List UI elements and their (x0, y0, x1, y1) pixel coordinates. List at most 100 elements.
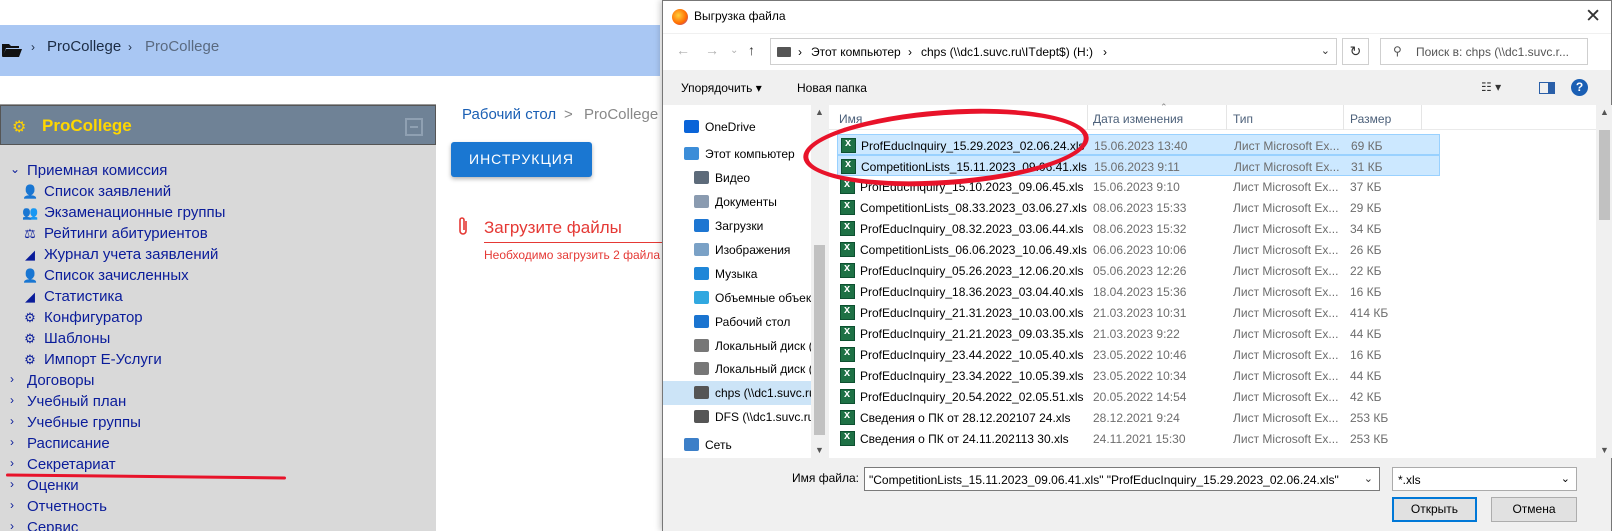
file-row[interactable]: ProfEducInquiry_23.34.2022_10.05.39.xls 2… (837, 365, 1440, 386)
chevron-right-icon[interactable]: › (10, 519, 14, 531)
scroll-down-icon[interactable]: ▼ (1600, 445, 1609, 455)
chevron-right-icon[interactable]: › (10, 477, 14, 491)
nav-item[interactable]: Рабочий стол (663, 310, 811, 334)
tree-subitem[interactable]: ⚙ Конфигуратор (0, 308, 436, 329)
nav-item[interactable]: Изображения (663, 238, 811, 262)
file-row[interactable]: CompetitionLists_06.06.2023_10.06.49.xls… (837, 239, 1440, 260)
scroll-up-icon[interactable]: ▲ (1600, 107, 1609, 117)
nav-scrollbar[interactable]: ▲ ▼ (811, 105, 828, 458)
up-icon[interactable]: ↑ (748, 42, 755, 58)
filename-input[interactable]: "CompetitionLists_15.11.2023_09.06.41.xl… (864, 467, 1380, 491)
tree-node[interactable]: › Отчетность (0, 497, 436, 518)
file-row[interactable]: Сведения о ПК от 24.11.202113 30.xls 24.1… (837, 428, 1440, 449)
file-row[interactable]: CompetitionLists_08.33.2023_03.06.27.xls… (837, 197, 1440, 218)
tree-subitem[interactable]: ⚙ Импорт Е-Услуги (0, 350, 436, 371)
column-divider[interactable] (1421, 105, 1422, 130)
tree-node[interactable]: › Учебный план (0, 392, 436, 413)
address-bar[interactable]: › Этот компьютер › chps (\\dc1.suvc.ru\I… (770, 38, 1337, 65)
minimize-icon[interactable] (405, 118, 423, 136)
chevron-down-icon[interactable]: ⌄ (1561, 472, 1570, 485)
tree-subitem[interactable]: ⚙ Шаблоны (0, 329, 436, 350)
tree-node[interactable]: › Расписание (0, 434, 436, 455)
nav-item[interactable]: DFS (\\dc1.suvc.ru) (663, 405, 811, 429)
nav-item[interactable]: OneDrive (663, 115, 811, 139)
nav-item[interactable]: Загрузки (663, 214, 811, 238)
chevron-down-icon[interactable]: ⌄ (1321, 44, 1330, 57)
back-icon[interactable]: ← (676, 42, 690, 58)
view-options-icon[interactable]: ☷ ▾ (1481, 80, 1501, 94)
chevron-right-icon[interactable]: › (10, 435, 14, 449)
file-row[interactable]: ProfEducInquiry_15.10.2023_09.06.45.xls 1… (837, 176, 1440, 197)
forward-icon[interactable]: → (705, 42, 719, 58)
tree-node[interactable]: › Сервис (0, 518, 436, 531)
file-row[interactable]: ProfEducInquiry_08.32.2023_03.06.44.xls 0… (837, 218, 1440, 239)
organize-button[interactable]: Упорядочить ▾ (681, 81, 762, 95)
tree-subitem[interactable]: ◢ Статистика (0, 287, 436, 308)
file-row[interactable]: ProfEducInquiry_15.29.2023_02.06.24.xls 1… (837, 134, 1440, 155)
tree-subitem[interactable]: 👤 Список зачисленных (0, 266, 436, 287)
scroll-thumb[interactable] (814, 245, 825, 435)
breadcrumb-desktop[interactable]: Рабочий стол (462, 106, 556, 123)
open-button[interactable]: Открыть (1392, 497, 1477, 522)
file-row[interactable]: ProfEducInquiry_05.26.2023_12.06.20.xls 0… (837, 260, 1440, 281)
address-segment-computer[interactable]: Этот компьютер (811, 45, 901, 59)
folder-open-icon[interactable] (2, 42, 22, 57)
chevron-right-icon[interactable]: › (10, 414, 14, 428)
address-segment-drive[interactable]: chps (\\dc1.suvc.ru\ITdept$) (H:) (921, 45, 1093, 59)
tree-node[interactable]: › Секретариат (0, 455, 436, 476)
recent-dropdown-icon[interactable]: ⌄ (730, 45, 738, 56)
preview-pane-icon[interactable] (1539, 82, 1555, 94)
nav-item[interactable]: Документы (663, 190, 811, 214)
column-divider[interactable] (1226, 105, 1227, 130)
chevron-right-icon[interactable]: › (10, 498, 14, 512)
file-row[interactable]: CompetitionLists_15.11.2023_09.06.41.xls… (837, 155, 1440, 176)
scroll-down-icon[interactable]: ▼ (815, 445, 824, 455)
nav-item[interactable]: Видео (663, 166, 811, 190)
column-size[interactable]: Размер (1350, 112, 1391, 126)
nav-item[interactable]: Сеть (663, 433, 811, 457)
nav-item[interactable]: Объемные объекты (663, 286, 811, 310)
breadcrumb-item[interactable]: ProCollege (47, 38, 121, 55)
nav-item[interactable]: Этот компьютер (663, 142, 811, 166)
chevron-down-icon[interactable]: ⌄ (10, 162, 20, 176)
new-folder-button[interactable]: Новая папка (797, 81, 867, 95)
tree-subitem[interactable]: 👥 Экзаменационные группы (0, 203, 436, 224)
tree-subitem[interactable]: 👤 Список заявлений (0, 182, 436, 203)
search-input[interactable]: ⚲ Поиск в: chps (\\dc1.suvc.r... (1380, 38, 1588, 65)
chevron-down-icon[interactable]: ⌄ (1364, 472, 1373, 485)
chevron-right-icon[interactable]: › (10, 372, 14, 386)
tree-node[interactable]: › Оценки (0, 476, 436, 497)
tree-node[interactable]: › Договоры (0, 371, 436, 392)
tree-node[interactable]: › Учебные группы (0, 413, 436, 434)
tree-node[interactable]: ⌄ Приемная комиссия (0, 161, 436, 182)
nav-item[interactable]: Локальный диск (C:) (663, 334, 811, 358)
instructions-button[interactable]: ИНСТРУКЦИЯ (451, 142, 592, 177)
nav-item[interactable]: Музыка (663, 262, 811, 286)
file-type-select[interactable]: *.xls ⌄ (1392, 467, 1577, 491)
scroll-thumb[interactable] (1599, 130, 1610, 220)
cancel-button[interactable]: Отмена (1491, 497, 1577, 522)
chevron-right-icon[interactable]: › (10, 456, 14, 470)
chevron-right-icon[interactable]: › (10, 393, 14, 407)
close-icon[interactable]: ✕ (1585, 5, 1601, 28)
file-list-scrollbar[interactable]: ▲ ▼ (1596, 105, 1612, 458)
refresh-button[interactable]: ↻ (1342, 38, 1369, 65)
scroll-up-icon[interactable]: ▲ (815, 107, 824, 117)
nav-item[interactable]: Локальный диск (D:) (663, 357, 811, 381)
file-row[interactable]: ProfEducInquiry_21.21.2023_09.03.35.xls 2… (837, 323, 1440, 344)
tree-subitem[interactable]: ⚖ Рейтинги абитуриентов (0, 224, 436, 245)
file-row[interactable]: ProfEducInquiry_21.31.2023_10.03.00.xls 2… (837, 302, 1440, 323)
column-type[interactable]: Тип (1233, 112, 1253, 126)
column-date[interactable]: Дата изменения (1093, 112, 1183, 126)
file-row[interactable]: ProfEducInquiry_23.44.2022_10.05.40.xls 2… (837, 344, 1440, 365)
file-row[interactable]: ProfEducInquiry_20.54.2022_02.05.51.xls 2… (837, 386, 1440, 407)
column-divider[interactable] (1343, 105, 1344, 130)
file-row[interactable]: ProfEducInquiry_18.36.2023_03.04.40.xls 1… (837, 281, 1440, 302)
help-icon[interactable]: ? (1571, 79, 1588, 96)
nav-item[interactable]: chps (\\dc1.suvc.ru) (663, 381, 811, 405)
tree-subitem[interactable]: ◢ Журнал учета заявлений (0, 245, 436, 266)
column-name[interactable]: Имя (839, 112, 862, 126)
file-row[interactable]: Сведения о ПК от 28.12.202107 24.xls 28.1… (837, 407, 1440, 428)
column-divider[interactable] (1087, 105, 1088, 130)
file-size: 37 КБ (1350, 180, 1382, 194)
